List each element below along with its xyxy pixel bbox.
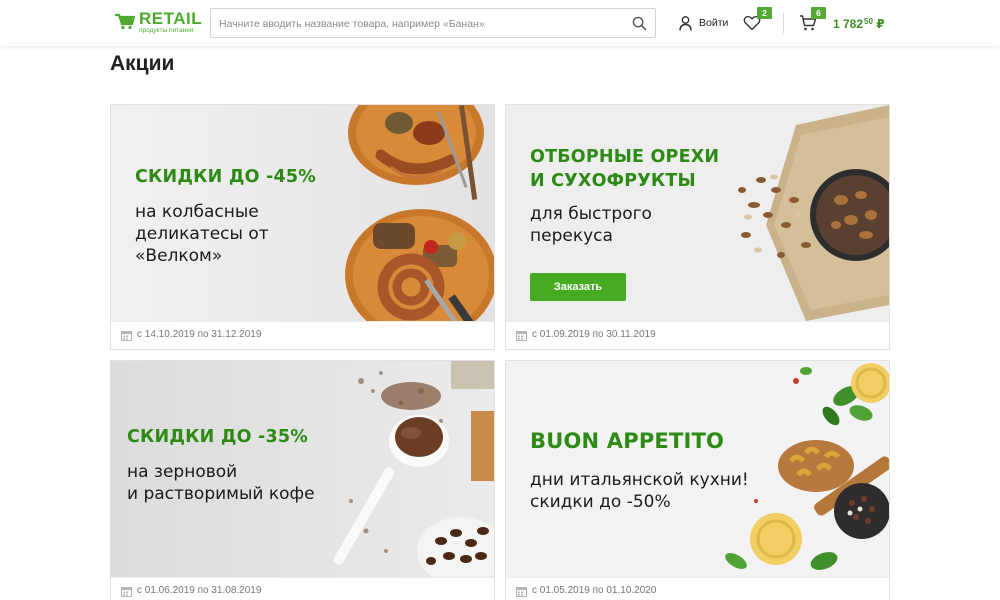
promo-text: СКИДКИ ДО -45% на колбасные деликатесы о…	[135, 165, 316, 267]
logo-cart-icon	[115, 13, 136, 30]
promo-line: на зерновой	[127, 462, 238, 482]
logo-tagline: продукты питания	[139, 27, 194, 34]
logo-brand: RETAIL	[139, 9, 203, 28]
promo-text: BUON APPETITO дни итальянской кухни! ски…	[530, 429, 749, 513]
promo-text: ОТБОРНЫЕ ОРЕХИ И СУХОФРУКТЫ для быстрого…	[530, 145, 719, 247]
promo-headline: ОТБОРНЫЕ ОРЕХИ	[530, 147, 720, 167]
favorites-count-badge: 2	[757, 7, 772, 19]
promo-line: и растворимый кофе	[127, 484, 315, 504]
header-divider	[783, 13, 784, 33]
promo-card-sausages[interactable]: СКИДКИ ДО -45% на колбасные деликатесы о…	[110, 104, 495, 350]
favorites-button[interactable]: 2	[743, 7, 772, 32]
search-icon[interactable]	[632, 16, 647, 31]
cart-count-badge: 6	[811, 7, 826, 19]
promo-banner: ОТБОРНЫЕ ОРЕХИ И СУХОФРУКТЫ для быстрого…	[506, 105, 889, 321]
promo-description: на зерновой и растворимый кофе	[127, 461, 315, 505]
promo-footer: с 01.06.2019 по 31.08.2019	[111, 577, 494, 600]
promo-banner: СКИДКИ ДО -35% на зерновой и растворимый…	[111, 361, 494, 577]
login-label: Войти	[699, 17, 729, 29]
promo-headline: СКИДКИ ДО -35%	[127, 427, 308, 447]
page-title: Акции	[110, 52, 175, 75]
promo-banner: СКИДКИ ДО -45% на колбасные деликатесы о…	[111, 105, 494, 321]
login-link[interactable]: Войти	[679, 14, 728, 32]
promo-headline: И СУХОФРУКТЫ	[530, 171, 696, 191]
cart-total-cents: 50	[864, 17, 873, 26]
promo-dates: с 01.09.2019 по 30.11.2019	[532, 329, 656, 340]
promo-dates: с 01.06.2019 по 31.08.2019	[137, 585, 262, 596]
promo-line: дни итальянской кухни!	[530, 470, 749, 490]
cart-currency: ₽	[876, 17, 885, 31]
promo-line: перекуса	[530, 226, 613, 246]
search-input[interactable]	[219, 15, 619, 33]
promo-footer: с 14.10.2019 по 31.12.2019	[111, 321, 494, 349]
cart-button[interactable]: 6	[799, 7, 826, 32]
promo-line: деликатесы от	[135, 224, 269, 244]
promo-description: для быстрого перекуса	[530, 203, 719, 247]
promo-card-coffee[interactable]: СКИДКИ ДО -35% на зерновой и растворимый…	[110, 360, 495, 600]
promo-line: скидки до -50%	[530, 492, 671, 512]
promo-card-nuts[interactable]: ОТБОРНЫЕ ОРЕХИ И СУХОФРУКТЫ для быстрого…	[505, 104, 890, 350]
calendar-icon	[121, 331, 132, 341]
promo-banner: BUON APPETITO дни итальянской кухни! ски…	[506, 361, 889, 577]
promo-footer: с 01.09.2019 по 30.11.2019	[506, 321, 889, 349]
cart-total[interactable]: 1 78250 ₽	[833, 14, 885, 32]
order-button[interactable]: Заказать	[530, 273, 626, 301]
promo-line: «Велком»	[135, 246, 223, 266]
promo-dates: с 01.05.2019 по 01.10.2020	[532, 585, 657, 596]
promo-dates: с 14.10.2019 по 31.12.2019	[137, 329, 262, 340]
promo-line: для быстрого	[530, 204, 652, 224]
promo-headline: СКИДКИ ДО -45%	[135, 167, 316, 187]
promo-description: дни итальянской кухни! скидки до -50%	[530, 469, 749, 513]
promo-text: СКИДКИ ДО -35% на зерновой и растворимый…	[127, 425, 315, 505]
search-box	[210, 8, 656, 38]
promo-footer: с 01.05.2019 по 01.10.2020	[506, 577, 889, 600]
calendar-icon	[516, 331, 527, 341]
site-header: RETAIL продукты питания Войти 2 6 1 7825	[0, 0, 1000, 46]
promo-headline: BUON APPETITO	[530, 429, 725, 453]
promo-description: на колбасные деликатесы от «Велком»	[135, 201, 316, 267]
logo[interactable]: RETAIL продукты питания	[114, 9, 204, 37]
cart-total-amount: 1 782	[833, 17, 864, 31]
promo-card-pasta[interactable]: BUON APPETITO дни итальянской кухни! ски…	[505, 360, 890, 600]
calendar-icon	[516, 587, 527, 597]
calendar-icon	[121, 587, 132, 597]
user-icon	[679, 15, 692, 31]
promo-line: на колбасные	[135, 202, 259, 222]
